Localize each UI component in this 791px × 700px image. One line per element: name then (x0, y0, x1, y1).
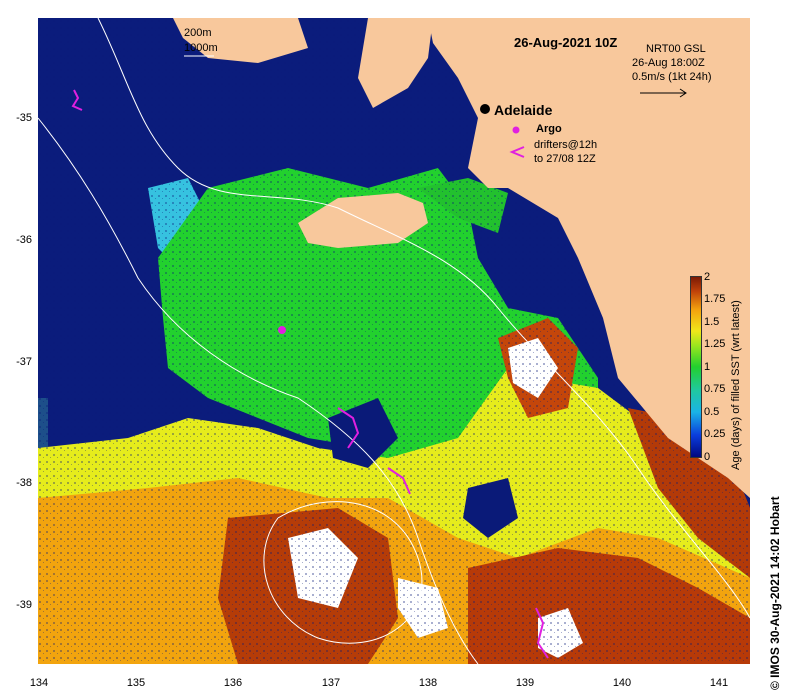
y-tick: -38 (16, 477, 32, 489)
colorbar-label: 1.75 (704, 293, 726, 305)
colorbar-label: 2 (704, 271, 711, 283)
map-date-title: 26-Aug-2021 10Z (514, 35, 618, 50)
colorbar-label: 0.25 (704, 428, 726, 440)
drifters-label-1: drifters@12h (534, 139, 598, 151)
x-tick: 140 (612, 677, 632, 689)
y-tick: -36 (16, 234, 32, 246)
y-tick: -39 (16, 599, 32, 611)
colorbar-label: 1.5 (704, 316, 720, 328)
colorbar-label: 1.25 (704, 338, 726, 350)
sst-age-map (38, 18, 750, 664)
map-canvas (38, 18, 750, 664)
colorbar-label: 0.5 (704, 406, 720, 418)
x-tick: 137 (321, 677, 341, 689)
colorbar-label: 0.75 (704, 383, 726, 395)
y-tick: -37 (16, 356, 32, 368)
colorbar-title: Age (days) of filled SST (wrt latest) (730, 300, 742, 470)
bathy-legend-200m: 200m (184, 27, 212, 39)
colorbar-label: 1 (704, 361, 711, 373)
x-tick: 138 (418, 677, 438, 689)
x-tick: 141 (709, 677, 729, 689)
credit-line: © IMOS 30-Aug-2021 14:02 Hobart (768, 496, 782, 690)
argo-legend-marker (512, 126, 520, 134)
current-scale: 0.5m/s (1kt 24h) (632, 71, 712, 83)
x-tick: 135 (126, 677, 146, 689)
current-time: 26-Aug 18:00Z (632, 57, 705, 69)
bathy-legend-1000m: 1000m (184, 42, 218, 54)
adelaide-label: Adelaide (494, 102, 553, 118)
x-tick: 139 (515, 677, 535, 689)
x-tick: 134 (29, 677, 49, 689)
colorbar-label: 0 (704, 451, 711, 463)
y-tick: -35 (16, 112, 32, 124)
argo-marker (278, 326, 286, 334)
argo-label: Argo (536, 123, 562, 135)
colorbar (690, 276, 702, 458)
drifters-label-2: to 27/08 12Z (534, 153, 596, 165)
adelaide-dot (480, 104, 490, 114)
x-tick: 136 (223, 677, 243, 689)
current-model: NRT00 GSL (646, 43, 706, 55)
